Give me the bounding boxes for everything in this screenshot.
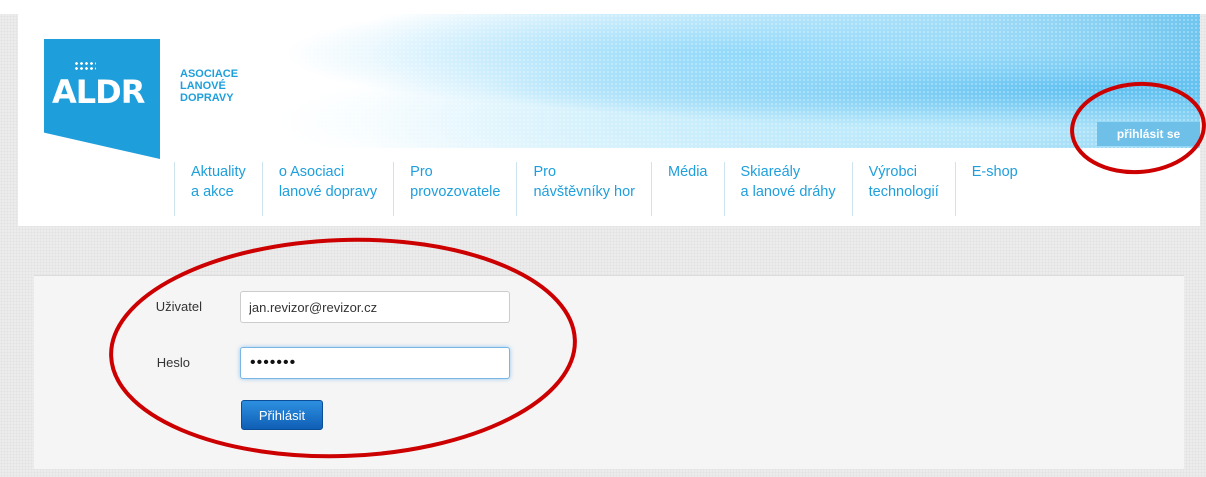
page-top-strip [0,0,1206,14]
nav-item-pro-provozovatele[interactable]: Pro provozovatele [393,162,516,216]
org-name: ASOCIACE LANOVÉ DOPRAVY [180,68,238,104]
nav-item-label: a akce [191,184,234,200]
user-input[interactable] [240,291,510,323]
login-form-panel [34,276,1184,469]
nav-item-label: a lanové dráhy [740,184,836,200]
nav-item-o-asociaci[interactable]: o Asociaci lanové dopravy [261,162,393,216]
main-nav: Aktuality a akce o Asociaci lanové dopra… [174,162,1034,218]
password-input[interactable] [240,347,510,379]
nav-item-vyrobci[interactable]: Výrobci technologií [851,162,955,216]
org-name-line: LANOVÉ [180,80,226,92]
password-label: Heslo [156,355,190,370]
nav-item-label: Výrobci [868,164,917,180]
login-link[interactable]: přihlásit se [1097,122,1200,146]
user-label: Uživatel [155,299,202,314]
nav-item-label: návštěvníky hor [533,184,635,200]
nav-item-label: Média [668,164,708,180]
nav-item-label: Skiareály [740,164,801,180]
logo-dots-icon [74,61,96,71]
nav-item-pro-navstevniky[interactable]: Pro návštěvníky hor [516,162,651,216]
logo-text: ALDR [52,73,145,111]
nav-item-media[interactable]: Média [651,162,724,216]
nav-item-label: o Asociaci [278,164,345,180]
nav-item-label: E-shop [971,164,1018,180]
nav-item-label: Aktuality [191,164,246,180]
site-header: ALDR ASOCIACE LANOVÉ DOPRAVY přihlásit s… [18,14,1200,226]
nav-item-aktuality[interactable]: Aktuality a akce [174,162,262,216]
nav-item-eshop[interactable]: E-shop [954,162,1034,216]
nav-item-label: Pro [410,164,433,180]
login-submit-button[interactable]: Přihlásit [241,400,323,430]
nav-item-label: technologií [868,184,939,200]
nav-item-skiarealy[interactable]: Skiareály a lanové dráhy [723,162,852,216]
org-name-line: DOPRAVY [180,92,234,104]
org-name-line: ASOCIACE [180,68,239,80]
nav-item-label: lanové dopravy [278,184,378,200]
nav-item-label: provozovatele [410,184,501,200]
nav-item-label: Pro [533,164,557,180]
